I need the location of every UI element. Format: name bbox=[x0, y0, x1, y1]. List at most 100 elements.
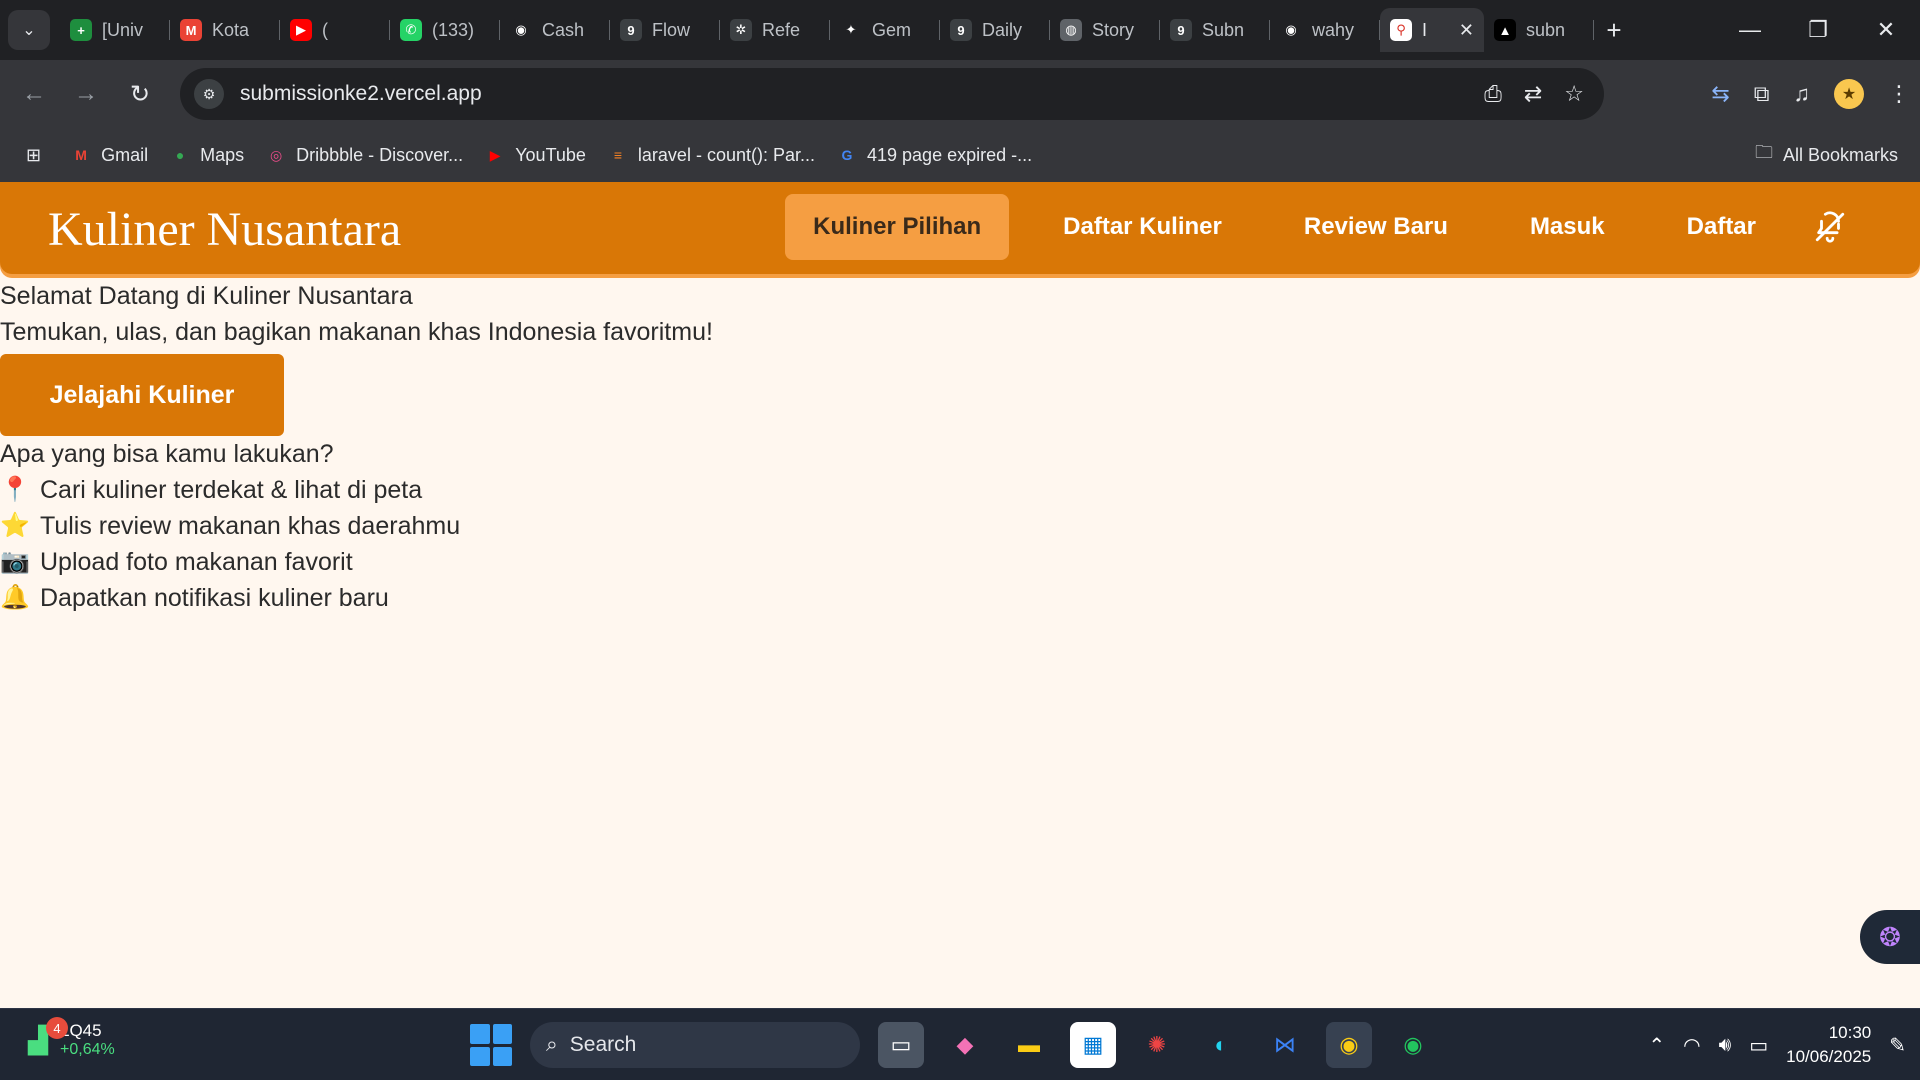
browser-tab[interactable]: + [Univ bbox=[60, 8, 170, 52]
browser-tab[interactable]: ✆ (133) bbox=[390, 8, 500, 52]
stackoverflow-icon: ≡ bbox=[613, 147, 622, 163]
media-controls-icon[interactable]: ♫ bbox=[1794, 81, 1811, 107]
hero-title: Selamat Datang di Kuliner Nusantara bbox=[0, 282, 413, 310]
edge-icon[interactable]: ◐ bbox=[1198, 1022, 1244, 1068]
bookmark-label: laravel - count(): Par... bbox=[637, 144, 815, 165]
browser-tab[interactable]: 9 Daily bbox=[940, 8, 1050, 52]
bookmark-item[interactable]: ● Maps bbox=[170, 145, 244, 166]
tab-title: ( bbox=[322, 19, 328, 40]
bell-off-icon[interactable] bbox=[1810, 207, 1850, 247]
security-app-icon[interactable]: ✺ bbox=[1134, 1022, 1180, 1068]
file-explorer-icon[interactable]: ▬ bbox=[1006, 1022, 1052, 1068]
close-window-icon[interactable]: ✕ bbox=[1852, 0, 1920, 60]
bookmark-label: YouTube bbox=[515, 144, 586, 165]
all-bookmarks-button[interactable]: 🗀 All Bookmarks bbox=[1755, 128, 1898, 182]
tab-title: Gem bbox=[872, 19, 912, 40]
chevron-up-icon[interactable]: ⌃ bbox=[1648, 1033, 1665, 1058]
url-text[interactable]: submissionke2.vercel.app bbox=[240, 82, 482, 106]
nav-review-baru[interactable]: Review Baru bbox=[1276, 194, 1476, 260]
github-icon: ◉ bbox=[1280, 19, 1302, 41]
nav-daftar[interactable]: Daftar bbox=[1659, 194, 1784, 260]
site-navbar: Kuliner Nusantara Kuliner Pilihan Daftar… bbox=[0, 182, 1920, 274]
feature-item: 📍 Cari kuliner terdekat & lihat di peta bbox=[0, 472, 713, 508]
task-view-icon[interactable]: ▭ bbox=[878, 1022, 924, 1068]
bookmark-item[interactable]: ≡ laravel - count(): Par... bbox=[608, 145, 815, 166]
gemini-icon: ✦ bbox=[840, 19, 862, 41]
minimize-icon[interactable]: — bbox=[1716, 0, 1784, 60]
address-bar[interactable]: ⚙ submissionke2.vercel.app ⎙ ⇄ ☆ bbox=[180, 68, 1604, 120]
windows-start-icon[interactable] bbox=[470, 1024, 512, 1066]
bookmark-item[interactable]: ◎ Dribbble - Discover... bbox=[266, 145, 463, 166]
vscode-icon[interactable]: ⋈ bbox=[1262, 1022, 1308, 1068]
notification-badge: 4 bbox=[46, 1017, 68, 1039]
stats-icon: 9 bbox=[620, 19, 642, 41]
store-icon[interactable]: ▦ bbox=[1070, 1022, 1116, 1068]
stats-icon: 9 bbox=[950, 19, 972, 41]
assistant-bubble-icon[interactable]: ❂ bbox=[1860, 910, 1920, 964]
browser-tab[interactable]: ◍ Story bbox=[1050, 8, 1160, 52]
reload-icon[interactable]: ↻ bbox=[120, 74, 160, 114]
browser-tab[interactable]: ▶( bbox=[280, 8, 390, 52]
bookmark-item[interactable]: M Gmail bbox=[71, 145, 148, 166]
tab-title: (133) bbox=[432, 19, 475, 40]
active-browser-tab[interactable]: ⚲ I ✕ bbox=[1380, 8, 1484, 52]
tab-list: + [Univ M Kota ▶(✆ (133) ◉ Cash 9 Flow ✲ Refe ✦ Gem 9 D… bbox=[60, 8, 1634, 52]
nav-masuk[interactable]: Masuk bbox=[1502, 194, 1633, 260]
whatsapp-icon: ✆ bbox=[400, 19, 422, 41]
taskbar-search[interactable]: ⌕ Search bbox=[530, 1022, 860, 1068]
feature-emoji-icon: ⭐ bbox=[0, 512, 30, 539]
profile-avatar[interactable]: ★ bbox=[1834, 79, 1864, 109]
feature-item: 🔔 Dapatkan notifikasi kuliner baru bbox=[0, 580, 713, 616]
bookmark-label: Maps bbox=[200, 144, 245, 165]
browser-tab[interactable]: ▲ subn bbox=[1484, 8, 1594, 52]
tab-search-icon[interactable]: ⌄ bbox=[8, 10, 50, 50]
bookmark-item[interactable]: ▶ YouTube bbox=[485, 145, 586, 166]
google-translate-ext-icon[interactable]: ⇆ bbox=[1711, 81, 1729, 107]
battery-icon[interactable]: ▭ bbox=[1749, 1033, 1768, 1058]
clock[interactable]: 10:30 10/06/2025 bbox=[1786, 1021, 1871, 1069]
bookmark-item[interactable]: G 419 page expired -... bbox=[837, 144, 1033, 166]
site-nav-links: Kuliner Pilihan Daftar Kuliner Review Ba… bbox=[785, 194, 1920, 260]
bookmark-label: 419 page expired -... bbox=[867, 144, 1033, 165]
feature-emoji-icon: 🔔 bbox=[0, 584, 30, 611]
forward-icon[interactable]: → bbox=[66, 74, 106, 114]
stock-widget[interactable]: ▟ 4 LQ45 +0,64% bbox=[28, 1017, 115, 1059]
clock-date: 10/06/2025 bbox=[1786, 1047, 1872, 1066]
extensions-icon[interactable]: ⧉ bbox=[1754, 81, 1770, 107]
tab-title: subn bbox=[1526, 19, 1566, 40]
install-app-icon[interactable]: ⎙ bbox=[1484, 81, 1502, 107]
wifi-icon[interactable]: ◠ bbox=[1683, 1033, 1700, 1058]
browser-tab[interactable]: 9 Flow bbox=[610, 8, 720, 52]
close-tab-icon[interactable]: ✕ bbox=[1459, 20, 1474, 41]
nav-kuliner-pilihan[interactable]: Kuliner Pilihan bbox=[785, 194, 1010, 260]
browser-tab[interactable]: M Kota bbox=[170, 8, 280, 52]
volume-icon[interactable]: 🔊︎ bbox=[1719, 1034, 1732, 1057]
apps-grid-icon[interactable]: ⊞ bbox=[26, 145, 41, 166]
copilot-icon[interactable]: ◆ bbox=[942, 1022, 988, 1068]
restore-icon[interactable]: ❐ bbox=[1784, 0, 1852, 60]
notifications-icon[interactable]: ✎ bbox=[1889, 1033, 1906, 1058]
translate-icon[interactable]: ⇄ bbox=[1524, 81, 1542, 107]
browser-tab[interactable]: ✦ Gem bbox=[830, 8, 940, 52]
explore-button[interactable]: Jelajahi Kuliner bbox=[0, 354, 284, 436]
chrome-icon[interactable]: ◉ bbox=[1326, 1022, 1372, 1068]
browser-tab[interactable]: ✲ Refe bbox=[720, 8, 830, 52]
menu-icon[interactable]: ⋮ bbox=[1888, 81, 1910, 107]
browser-tab[interactable]: ◉ Cash bbox=[500, 8, 610, 52]
chrome-profile-icon[interactable]: ◉ bbox=[1390, 1022, 1436, 1068]
back-icon[interactable]: ← bbox=[14, 74, 54, 114]
feature-item: ⭐ Tulis review makanan khas daerahmu bbox=[0, 508, 713, 544]
site-brand[interactable]: Kuliner Nusantara bbox=[48, 202, 401, 257]
features-heading: Apa yang bisa kamu lakukan? bbox=[0, 440, 334, 468]
all-bookmarks-label: All Bookmarks bbox=[1782, 144, 1898, 165]
feature-text: Tulis review makanan khas daerahmu bbox=[40, 512, 461, 540]
nav-daftar-kuliner[interactable]: Daftar Kuliner bbox=[1035, 194, 1250, 260]
tab-title: [Univ bbox=[102, 19, 144, 40]
new-tab-icon[interactable]: + bbox=[1594, 8, 1634, 52]
site-info-icon[interactable]: ⚙ bbox=[194, 79, 224, 109]
browser-tab[interactable]: ◉ wahy bbox=[1270, 8, 1380, 52]
browser-tab[interactable]: 9 Subn bbox=[1160, 8, 1270, 52]
feature-emoji-icon: 📍 bbox=[0, 476, 30, 503]
bookmark-list: M Gmail ● Maps ◎ Dribbble - Discover... ▶ YouTu… bbox=[71, 145, 1054, 166]
bookmark-star-icon[interactable]: ☆ bbox=[1564, 81, 1584, 107]
